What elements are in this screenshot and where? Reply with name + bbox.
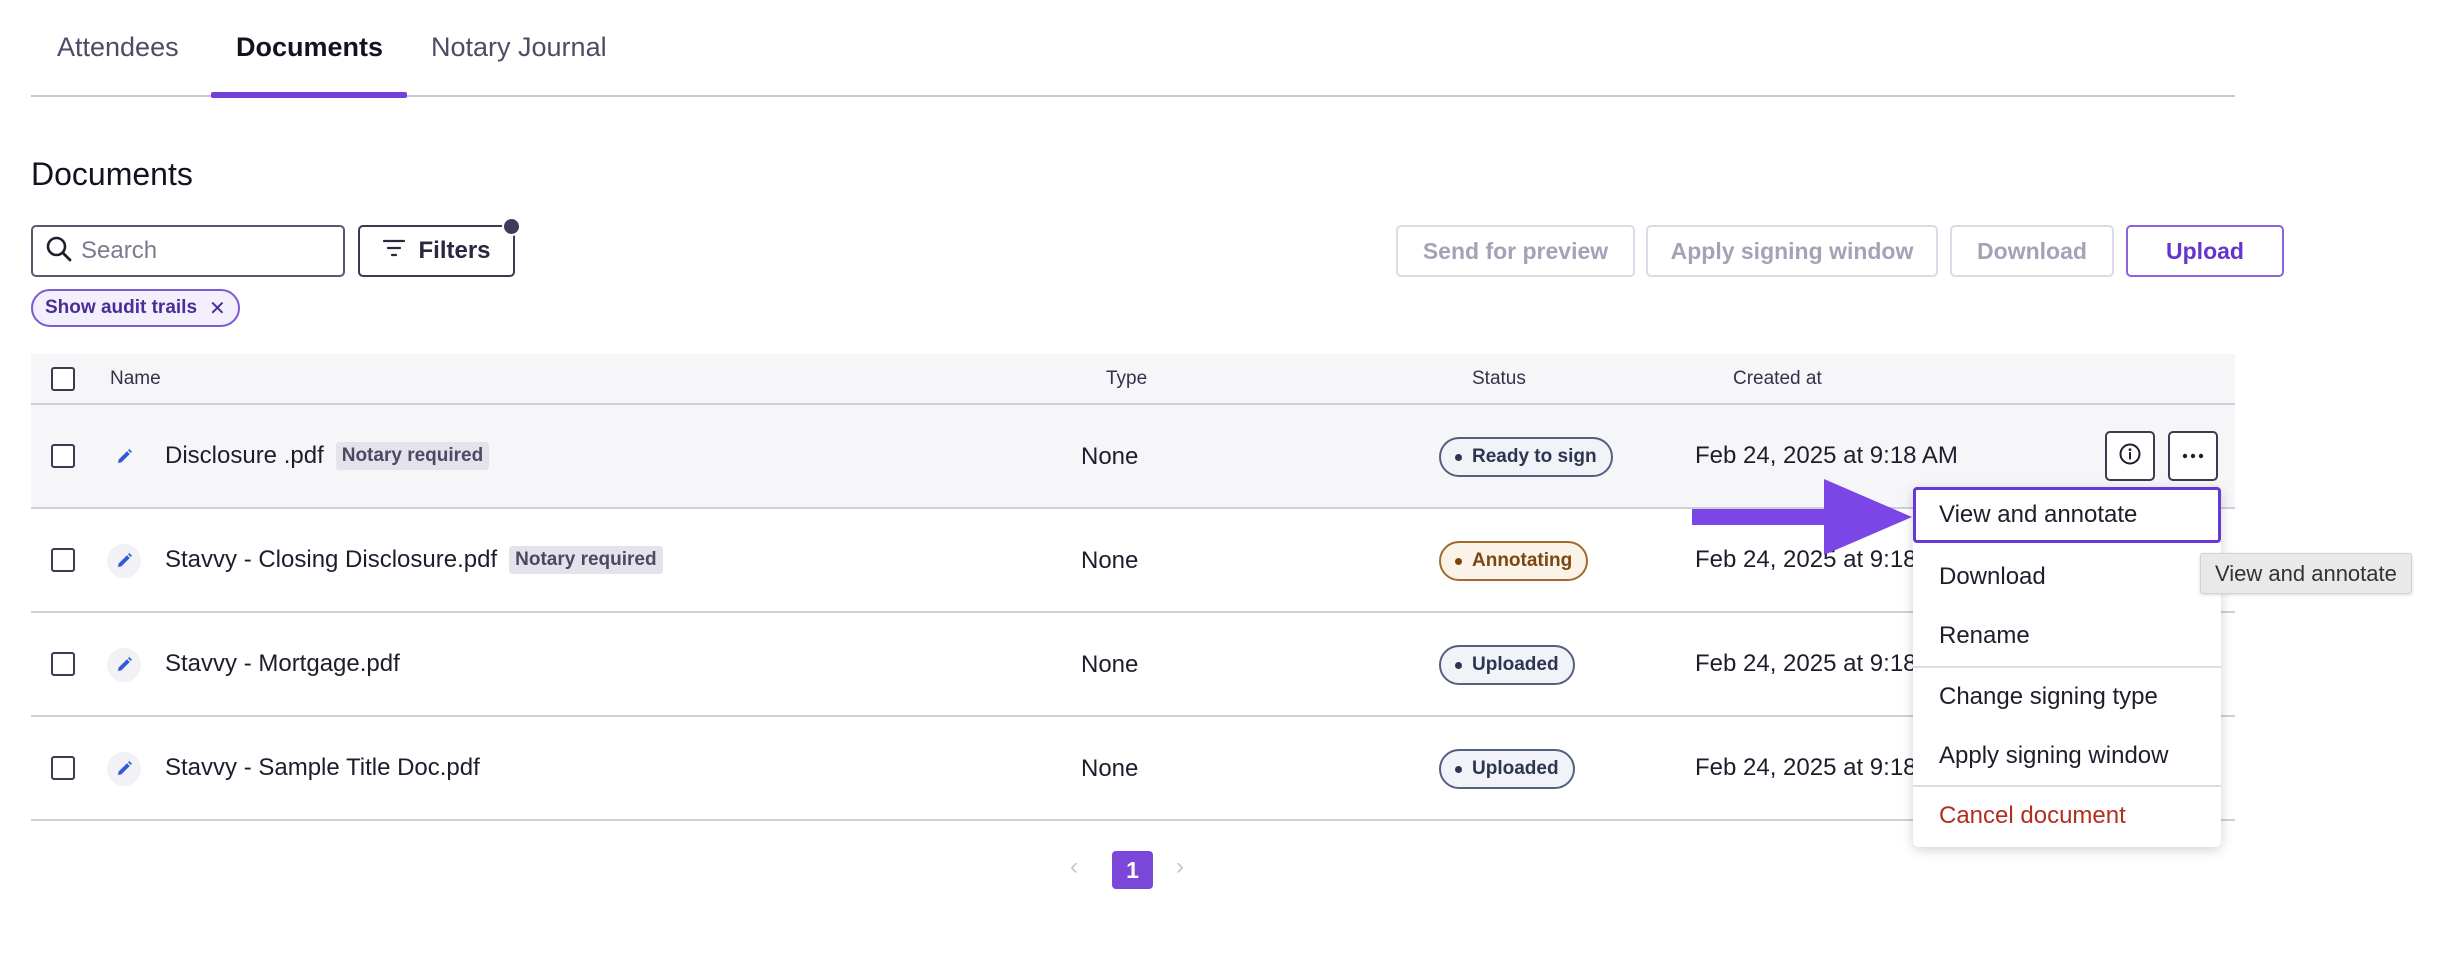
row-checkbox[interactable] (51, 548, 75, 572)
column-header-created: Created at (1733, 368, 1822, 389)
download-button[interactable]: Download (1950, 225, 2114, 277)
menu-item-download[interactable]: Download (1913, 549, 2221, 605)
column-header-status: Status (1472, 368, 1526, 389)
tab-documents[interactable]: Documents (236, 32, 383, 63)
filters-active-indicator (502, 217, 521, 236)
column-header-type: Type (1106, 368, 1148, 389)
upload-button[interactable]: Upload (2126, 225, 2284, 277)
menu-divider (1913, 666, 2221, 668)
status-text: Ready to sign (1472, 446, 1597, 467)
status-text: Uploaded (1472, 654, 1559, 675)
document-type: None (1081, 651, 1139, 678)
created-at: Feb 24, 2025 at 9:18 AM (1695, 442, 1958, 469)
row-checkbox[interactable] (51, 652, 75, 676)
menu-item-apply-signing-window[interactable]: Apply signing window (1913, 728, 2221, 784)
status-badge: Uploaded (1439, 749, 1575, 789)
menu-item-cancel-document[interactable]: Cancel document (1913, 788, 2221, 844)
tab-attendees[interactable]: Attendees (57, 32, 179, 63)
row-checkbox[interactable] (51, 756, 75, 780)
menu-divider (1913, 785, 2221, 787)
document-type: None (1081, 443, 1139, 470)
pencil-icon[interactable] (107, 544, 141, 578)
row-checkbox[interactable] (51, 444, 75, 468)
document-name[interactable]: Stavvy - Closing Disclosure.pdf (165, 546, 497, 574)
apply-signing-window-button[interactable]: Apply signing window (1646, 225, 1938, 277)
menu-item-view-annotate[interactable]: View and annotate (1913, 487, 2221, 543)
row-actions-menu: View and annotate Download Rename Change… (1913, 487, 2221, 847)
page-number-current[interactable]: 1 (1112, 851, 1153, 889)
document-type: None (1081, 547, 1139, 574)
filters-button[interactable]: Filters (358, 225, 515, 277)
page-title: Documents (31, 156, 193, 192)
filter-chip: Show audit trails ✕ (31, 289, 240, 327)
tooltip: View and annotate (2200, 553, 2412, 594)
document-name[interactable]: Stavvy - Sample Title Doc.pdf (165, 754, 480, 782)
status-badge: Ready to sign (1439, 437, 1613, 477)
document-type: None (1081, 755, 1139, 782)
table-row[interactable]: Stavvy - Mortgage.pdf None Uploaded Feb … (31, 613, 2235, 717)
more-actions-button[interactable] (2168, 431, 2218, 481)
chevron-left-icon[interactable]: ‹ (1070, 853, 1078, 881)
documents-table: Name Type Status Created at Disclosure .… (31, 354, 2235, 821)
table-row[interactable]: Stavvy - Sample Title Doc.pdf None Uploa… (31, 717, 2235, 821)
document-name[interactable]: Stavvy - Mortgage.pdf (165, 650, 400, 678)
active-tab-indicator (211, 92, 407, 98)
column-header-name: Name (110, 368, 161, 389)
notary-required-badge: Notary required (335, 442, 490, 470)
chevron-right-icon[interactable]: › (1176, 853, 1184, 881)
status-text: Annotating (1472, 550, 1573, 571)
tab-notary-journal[interactable]: Notary Journal (431, 32, 607, 63)
more-icon (2181, 447, 2205, 465)
send-for-preview-button[interactable]: Send for preview (1396, 225, 1635, 277)
notary-required-badge: Notary required (509, 546, 663, 574)
status-text: Uploaded (1472, 758, 1559, 779)
pencil-icon[interactable] (107, 648, 141, 682)
info-button[interactable] (2105, 431, 2155, 481)
close-icon[interactable]: ✕ (209, 296, 226, 321)
status-badge: Uploaded (1439, 645, 1575, 685)
created-at: Feb 24, 2025 at 9:18 (1695, 754, 1917, 781)
search-field[interactable] (31, 225, 345, 277)
filter-icon (382, 237, 406, 265)
created-at: Feb 24, 2025 at 9:18 (1695, 650, 1917, 677)
search-input[interactable] (81, 237, 331, 265)
menu-item-change-signing-type[interactable]: Change signing type (1913, 669, 2221, 725)
arrow-pointer-icon (1692, 479, 1912, 555)
menu-item-rename[interactable]: Rename (1913, 608, 2221, 664)
filters-label: Filters (418, 237, 491, 264)
table-header: Name Type Status Created at (31, 354, 2235, 405)
status-badge: Annotating (1439, 541, 1589, 581)
info-icon (2118, 442, 2142, 471)
search-icon (45, 235, 73, 268)
pencil-icon[interactable] (107, 440, 141, 474)
document-name[interactable]: Disclosure .pdf (165, 442, 324, 470)
select-all-checkbox[interactable] (51, 367, 75, 391)
tab-bar: Attendees Documents Notary Journal (31, 0, 2235, 98)
filter-chip-label: Show audit trails (45, 297, 198, 318)
pencil-icon[interactable] (107, 752, 141, 786)
